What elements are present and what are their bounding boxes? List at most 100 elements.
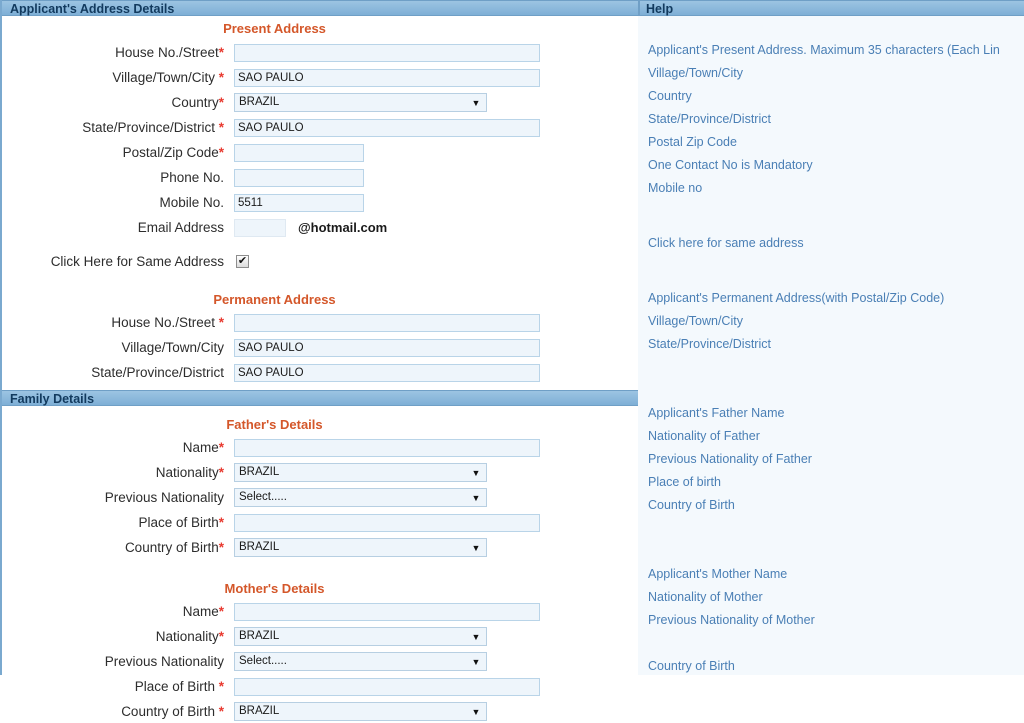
- label-father-place-of-birth-text: Place of Birth: [138, 514, 219, 530]
- help-text-present-email: [638, 200, 1024, 223]
- input-father-name[interactable]: [234, 438, 540, 457]
- help-text-present-postal: Postal Zip Code: [648, 135, 737, 149]
- select-mother-country-of-birth[interactable]: BRAZIL ▼: [234, 702, 487, 721]
- field-row-present-house: House No./Street*: [2, 41, 638, 64]
- label-present-phone: Phone No.: [160, 169, 224, 185]
- label-permanent-state: State/Province/District: [91, 364, 224, 380]
- required-asterisk: *: [218, 678, 224, 694]
- field-row-present-country: Country* BRAZIL ▼: [2, 91, 638, 114]
- field-row-permanent-state: State/Province/District: [2, 361, 638, 384]
- subsection-title-present-address: Present Address: [223, 21, 326, 36]
- required-asterisk: *: [218, 514, 224, 530]
- help-text-permanent-village: Village/Town/City: [648, 314, 743, 328]
- help-text-permanent-state: State/Province/District: [648, 337, 771, 351]
- label-permanent-house: House No./Street *: [2, 315, 230, 331]
- field-row-same-address: Click Here for Same Address ✔: [2, 241, 638, 282]
- label-present-state-text: State/Province/District: [82, 119, 219, 135]
- label-present-country: Country*: [2, 95, 230, 111]
- select-father-country-of-birth-value: BRAZIL: [239, 541, 280, 553]
- input-present-village[interactable]: [234, 68, 540, 87]
- select-father-nationality-value: BRAZIL: [239, 466, 280, 478]
- label-present-house-text: House No./Street: [115, 44, 219, 60]
- label-father-place-of-birth: Place of Birth*: [2, 515, 230, 531]
- select-mother-prev-nationality[interactable]: Select..... ▼: [234, 652, 487, 671]
- section-header-family: Family Details: [2, 390, 638, 406]
- input-father-place-of-birth[interactable]: [234, 513, 540, 532]
- required-asterisk: *: [218, 628, 224, 644]
- required-asterisk: *: [218, 144, 224, 160]
- chevron-down-icon: ▼: [471, 706, 481, 717]
- label-present-house: House No./Street*: [2, 45, 230, 61]
- required-asterisk: *: [218, 464, 224, 480]
- help-text-present-house: Applicant's Present Address. Maximum 35 …: [648, 43, 1000, 57]
- select-father-prev-nationality[interactable]: Select..... ▼: [234, 488, 487, 507]
- subsection-title-permanent-address: Permanent Address: [213, 292, 336, 307]
- help-panel-body: Applicant's Present Address. Maximum 35 …: [638, 16, 1024, 675]
- select-mother-nationality[interactable]: BRAZIL ▼: [234, 627, 487, 646]
- label-present-village-text: Village/Town/City: [112, 69, 219, 85]
- label-permanent-village: Village/Town/City: [121, 339, 224, 355]
- select-present-country-value: BRAZIL: [239, 96, 280, 108]
- help-text-mother-place-of-birth: [638, 632, 1024, 655]
- help-row-spacer-family-2: [638, 379, 1024, 402]
- help-panel: Help Applicant's Present Address. Maximu…: [638, 0, 1024, 675]
- label-father-country-of-birth: Country of Birth*: [2, 540, 230, 556]
- help-row-spacer-mother-1: [638, 517, 1024, 540]
- input-present-house[interactable]: [234, 43, 540, 62]
- select-present-country[interactable]: BRAZIL ▼: [234, 93, 487, 112]
- select-father-prev-nationality-value: Select.....: [239, 491, 287, 503]
- required-asterisk: *: [218, 314, 224, 330]
- label-present-village: Village/Town/City *: [2, 70, 230, 86]
- input-present-postal[interactable]: [234, 143, 364, 162]
- field-row-mother-nationality: Nationality* BRAZIL ▼: [2, 625, 638, 648]
- label-present-email: Email Address: [137, 219, 224, 235]
- subsection-title-fathers-details: Father's Details: [226, 417, 323, 432]
- help-text-present-mobile: Mobile no: [648, 181, 703, 195]
- label-father-name: Name*: [2, 440, 230, 456]
- help-text-mother-country-of-birth: Country of Birth: [648, 659, 735, 673]
- label-mother-country-of-birth-text: Country of Birth: [121, 703, 219, 719]
- help-text-mother-prev-nationality: Previous Nationality of Mother: [648, 613, 815, 627]
- help-text-permanent-house: Applicant's Permanent Address(with Posta…: [648, 291, 945, 305]
- chevron-down-icon: ▼: [471, 492, 481, 503]
- help-row-spacer-mother-2: [638, 540, 1024, 563]
- input-mother-name[interactable]: [234, 602, 540, 621]
- input-permanent-village[interactable]: [234, 338, 540, 357]
- label-present-country-text: Country: [171, 94, 219, 110]
- help-text-present-state: State/Province/District: [648, 112, 771, 126]
- input-present-phone[interactable]: [234, 168, 364, 187]
- label-mother-country-of-birth: Country of Birth *: [2, 704, 230, 720]
- subsection-title-mothers-details: Mother's Details: [224, 581, 325, 596]
- label-present-state: State/Province/District *: [2, 120, 230, 136]
- input-present-state[interactable]: [234, 118, 540, 137]
- field-row-father-prev-nationality: Previous Nationality Select..... ▼: [2, 486, 638, 509]
- select-father-country-of-birth[interactable]: BRAZIL ▼: [234, 538, 487, 557]
- label-father-prev-nationality: Previous Nationality: [104, 489, 224, 505]
- input-mother-place-of-birth[interactable]: [234, 677, 540, 696]
- field-row-father-nationality: Nationality* BRAZIL ▼: [2, 461, 638, 484]
- label-mother-place-of-birth-text: Place of Birth: [134, 678, 219, 694]
- label-mother-prev-nationality: Previous Nationality: [104, 653, 224, 669]
- field-row-permanent-village: Village/Town/City: [2, 336, 638, 359]
- label-mother-place-of-birth: Place of Birth *: [2, 679, 230, 695]
- help-panel-header: Help: [638, 0, 1024, 16]
- help-text-father-nationality: Nationality of Father: [648, 429, 760, 443]
- application-form-page: Applicant's Address Details Present Addr…: [0, 0, 1024, 721]
- field-row-present-village: Village/Town/City *: [2, 66, 638, 89]
- help-text-present-phone: One Contact No is Mandatory: [648, 158, 813, 172]
- input-present-mobile[interactable]: [234, 193, 364, 212]
- label-father-name-text: Name: [182, 439, 219, 455]
- label-father-nationality-text: Nationality: [155, 464, 219, 480]
- select-father-nationality[interactable]: BRAZIL ▼: [234, 463, 487, 482]
- input-present-email[interactable]: [234, 218, 286, 237]
- checkbox-same-address[interactable]: ✔: [236, 255, 249, 268]
- field-row-father-country-of-birth: Country of Birth* BRAZIL ▼: [2, 536, 638, 559]
- email-domain-text: @hotmail.com: [298, 220, 388, 235]
- input-permanent-state[interactable]: [234, 363, 540, 382]
- select-mother-prev-nationality-value: Select.....: [239, 655, 287, 667]
- help-text-father-country-of-birth: Country of Birth: [648, 498, 735, 512]
- input-permanent-house[interactable]: [234, 313, 540, 332]
- help-text-same-address: Click here for same address: [648, 236, 804, 250]
- help-text-father-name: Applicant's Father Name: [648, 406, 785, 420]
- label-permanent-house-text: House No./Street: [111, 314, 219, 330]
